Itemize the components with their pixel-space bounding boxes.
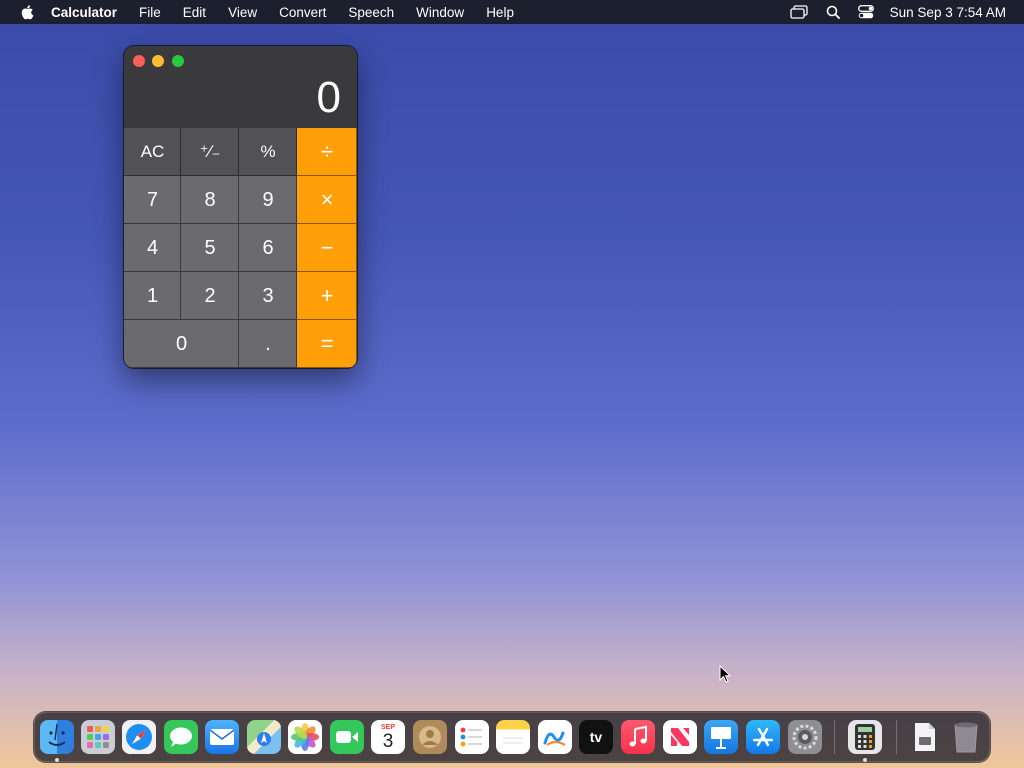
menu-bar-clock[interactable]: Sun Sep 3 7:54 AM: [890, 5, 1006, 20]
calendar-icon[interactable]: SEP 3: [371, 720, 405, 754]
dock-separator: [834, 720, 835, 754]
digit-9-button[interactable]: 9: [239, 176, 297, 224]
calculator-display: 0: [316, 73, 341, 122]
digit-3-button[interactable]: 3: [239, 272, 297, 320]
calculator-dock-icon[interactable]: [848, 720, 882, 754]
contacts-icon[interactable]: [413, 720, 447, 754]
news-icon[interactable]: [663, 720, 697, 754]
keynote-icon[interactable]: [704, 720, 738, 754]
photos-icon[interactable]: [288, 720, 322, 754]
digit-2-button[interactable]: 2: [181, 272, 239, 320]
notes-icon[interactable]: [496, 720, 530, 754]
digit-4-button[interactable]: 4: [124, 224, 181, 272]
apple-menu-icon[interactable]: [17, 0, 37, 24]
system-settings-icon[interactable]: [788, 720, 822, 754]
minimize-button[interactable]: [152, 55, 164, 67]
calculator-window: 0 AC ⁺∕₋ % ÷ 7 8 9 × 4 5 6 − 1 2 3 + 0 .…: [124, 46, 357, 368]
reminders-icon[interactable]: [455, 720, 489, 754]
safari-icon[interactable]: [122, 720, 156, 754]
digit-6-button[interactable]: 6: [239, 224, 297, 272]
equals-button[interactable]: =: [297, 320, 357, 368]
menu-file[interactable]: File: [139, 5, 161, 20]
decimal-button[interactable]: .: [239, 320, 297, 368]
mouse-cursor-icon: [719, 664, 732, 688]
preview-document-icon[interactable]: [908, 720, 942, 754]
menu-view[interactable]: View: [228, 5, 257, 20]
app-store-icon[interactable]: [746, 720, 780, 754]
calendar-day-label: 3: [382, 731, 394, 752]
add-button[interactable]: +: [297, 272, 357, 320]
freeform-icon[interactable]: [538, 720, 572, 754]
digit-5-button[interactable]: 5: [181, 224, 239, 272]
zoom-button[interactable]: [172, 55, 184, 67]
apple-tv-icon[interactable]: tv: [579, 720, 613, 754]
calculator-running-indicator: [863, 758, 867, 762]
menu-edit[interactable]: Edit: [183, 5, 206, 20]
percent-button[interactable]: %: [239, 128, 297, 176]
dock: SEP 3 tv: [34, 712, 990, 762]
control-center-icon[interactable]: [857, 5, 874, 19]
messages-icon[interactable]: [164, 720, 198, 754]
digit-0-button[interactable]: 0: [124, 320, 239, 368]
spotlight-search-icon[interactable]: [826, 5, 840, 19]
menu-speech[interactable]: Speech: [348, 5, 394, 20]
facetime-icon[interactable]: [330, 720, 364, 754]
calculator-keypad: AC ⁺∕₋ % ÷ 7 8 9 × 4 5 6 − 1 2 3 + 0 . =: [124, 128, 357, 368]
finder-running-indicator: [55, 758, 59, 762]
finder-icon[interactable]: [40, 720, 74, 754]
mail-icon[interactable]: [205, 720, 239, 754]
maps-icon[interactable]: [247, 720, 281, 754]
trash-icon[interactable]: [949, 720, 983, 754]
calculator-titlebar[interactable]: [124, 46, 357, 74]
digit-1-button[interactable]: 1: [124, 272, 181, 320]
menu-bar-status-area: Sun Sep 3 7:54 AM: [772, 0, 1006, 24]
menu-app-name[interactable]: Calculator: [51, 5, 117, 20]
screen-mirroring-icon[interactable]: [790, 5, 808, 19]
digit-7-button[interactable]: 7: [124, 176, 181, 224]
clear-button[interactable]: AC: [124, 128, 181, 176]
sign-toggle-button[interactable]: ⁺∕₋: [181, 128, 239, 176]
subtract-button[interactable]: −: [297, 224, 357, 272]
menu-convert[interactable]: Convert: [279, 5, 326, 20]
apple-tv-label: tv: [589, 729, 603, 745]
close-button[interactable]: [133, 55, 145, 67]
multiply-button[interactable]: ×: [297, 176, 357, 224]
digit-8-button[interactable]: 8: [181, 176, 239, 224]
menu-window[interactable]: Window: [416, 5, 464, 20]
menu-help[interactable]: Help: [486, 5, 514, 20]
music-icon[interactable]: [621, 720, 655, 754]
dock-separator: [896, 720, 897, 754]
divide-button[interactable]: ÷: [297, 128, 357, 176]
launchpad-icon[interactable]: [81, 720, 115, 754]
menu-bar: Calculator File Edit View Convert Speech…: [0, 0, 1024, 24]
